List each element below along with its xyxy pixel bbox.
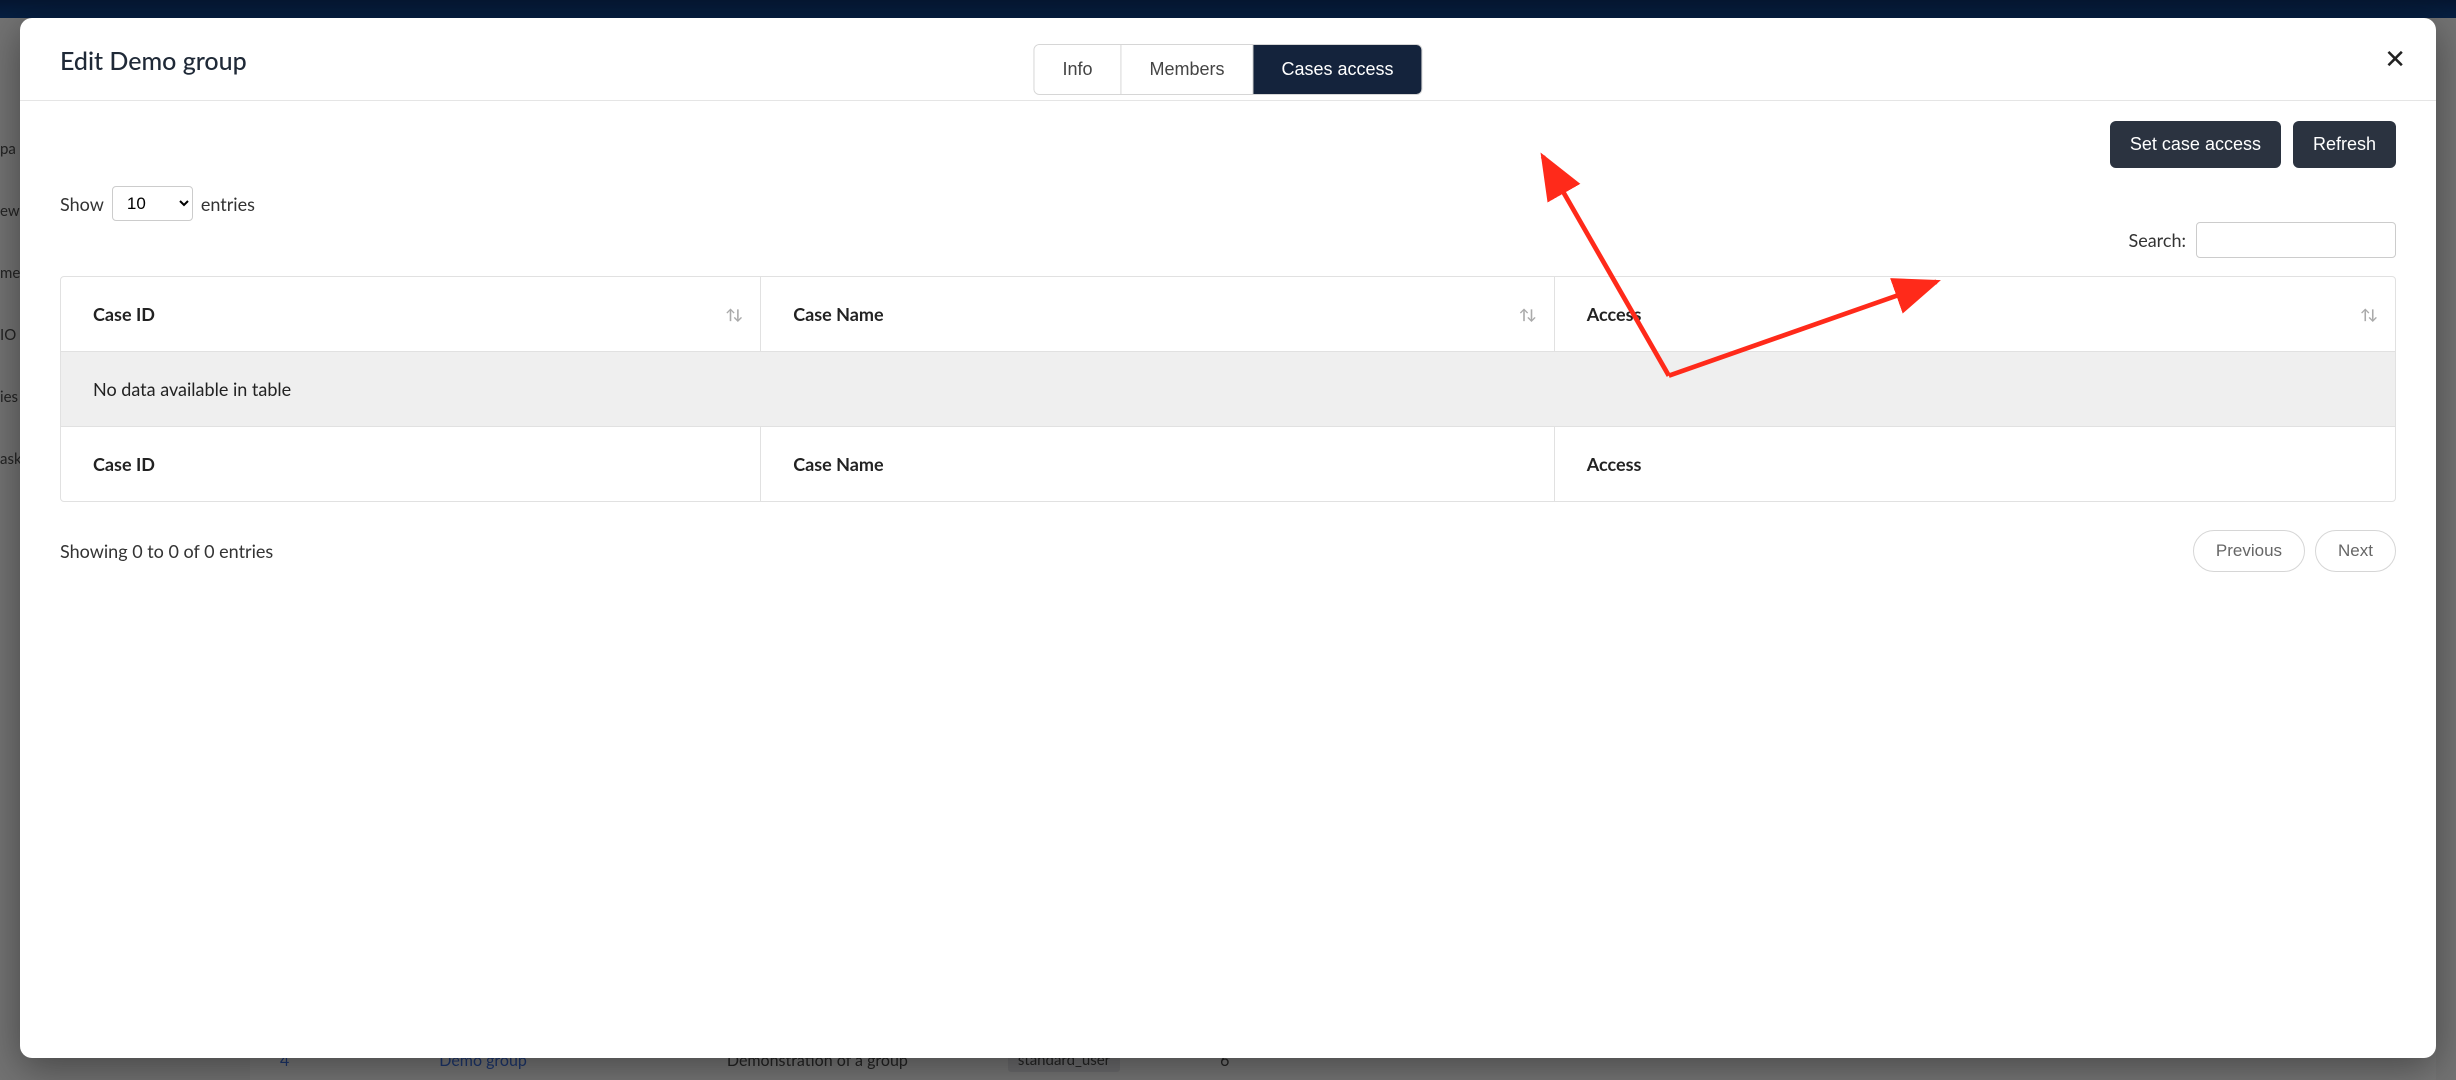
table-empty-row: No data available in table bbox=[61, 352, 2395, 427]
search-label: Search: bbox=[2129, 229, 2186, 251]
table-info-text: Showing 0 to 0 of 0 entries bbox=[60, 540, 273, 562]
length-suffix: entries bbox=[201, 193, 255, 215]
col-access[interactable]: Access ↑↓ bbox=[1555, 277, 2395, 352]
search-input[interactable] bbox=[2196, 222, 2396, 258]
entries-length-control: Show 10 entries bbox=[60, 186, 255, 221]
tab-info[interactable]: Info bbox=[1034, 45, 1121, 94]
refresh-button[interactable]: Refresh bbox=[2293, 121, 2396, 168]
modal-title: Edit Demo group bbox=[60, 46, 247, 76]
table-controls: Show 10 entries Search: bbox=[60, 186, 2396, 258]
col-case-name[interactable]: Case Name ↑↓ bbox=[761, 277, 1555, 352]
sort-icon: ↑↓ bbox=[1519, 306, 1534, 323]
sort-icon: ↑↓ bbox=[2360, 306, 2375, 323]
cases-access-table: Case ID ↑↓ Case Name ↑↓ Access ↑↓ No dat… bbox=[60, 276, 2396, 502]
pagination: Previous Next bbox=[2193, 530, 2396, 572]
tab-cases-access[interactable]: Cases access bbox=[1254, 45, 1422, 94]
modal-body: Set case access Refresh Show 10 entries … bbox=[20, 101, 2436, 1058]
modal-tabs: Info Members Cases access bbox=[1033, 44, 1422, 95]
edit-group-modal: Edit Demo group Info Members Cases acces… bbox=[20, 18, 2436, 1058]
set-case-access-button[interactable]: Set case access bbox=[2110, 121, 2281, 168]
modal-header: Edit Demo group Info Members Cases acces… bbox=[20, 18, 2436, 101]
footer-col-access: Access bbox=[1555, 427, 2395, 501]
close-icon[interactable]: ✕ bbox=[2384, 46, 2406, 72]
sort-icon: ↑↓ bbox=[725, 306, 740, 323]
next-button[interactable]: Next bbox=[2315, 530, 2396, 572]
footer-col-case-id: Case ID bbox=[61, 427, 761, 501]
entries-length-select[interactable]: 10 bbox=[112, 186, 193, 221]
previous-button[interactable]: Previous bbox=[2193, 530, 2305, 572]
table-empty-text: No data available in table bbox=[61, 352, 2395, 427]
table-search: Search: bbox=[2129, 222, 2396, 258]
col-case-id[interactable]: Case ID ↑↓ bbox=[61, 277, 761, 352]
footer-col-case-name: Case Name bbox=[761, 427, 1555, 501]
table-footer: Showing 0 to 0 of 0 entries Previous Nex… bbox=[60, 530, 2396, 572]
length-prefix: Show bbox=[60, 193, 104, 215]
tab-members[interactable]: Members bbox=[1121, 45, 1253, 94]
actions-row: Set case access Refresh bbox=[60, 121, 2396, 168]
